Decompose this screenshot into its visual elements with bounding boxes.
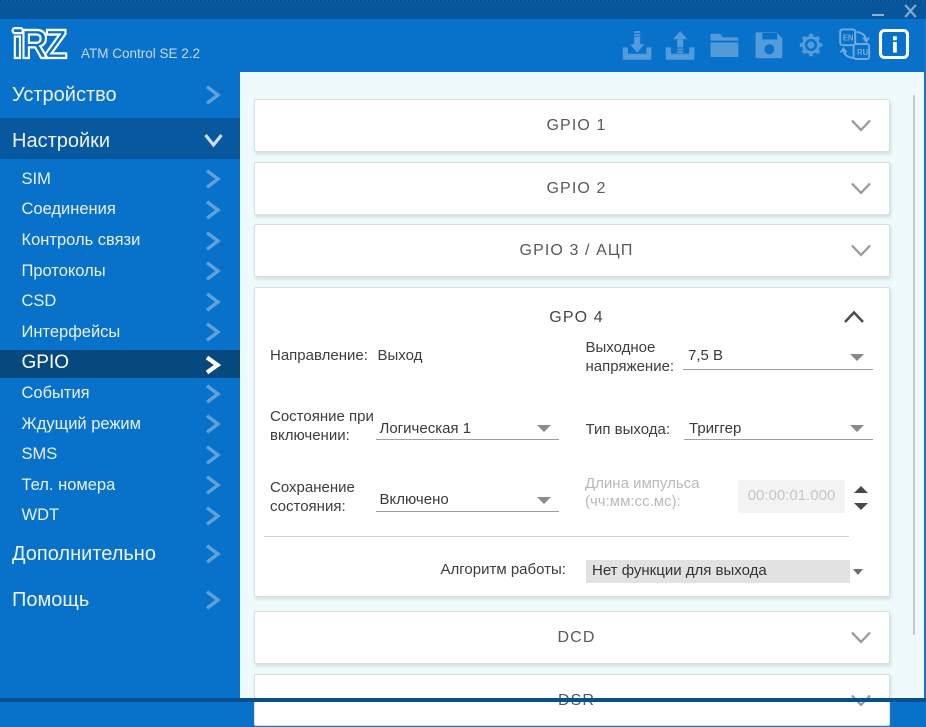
svg-text:RU: RU [857, 48, 869, 57]
svg-text:EN: EN [842, 34, 853, 43]
